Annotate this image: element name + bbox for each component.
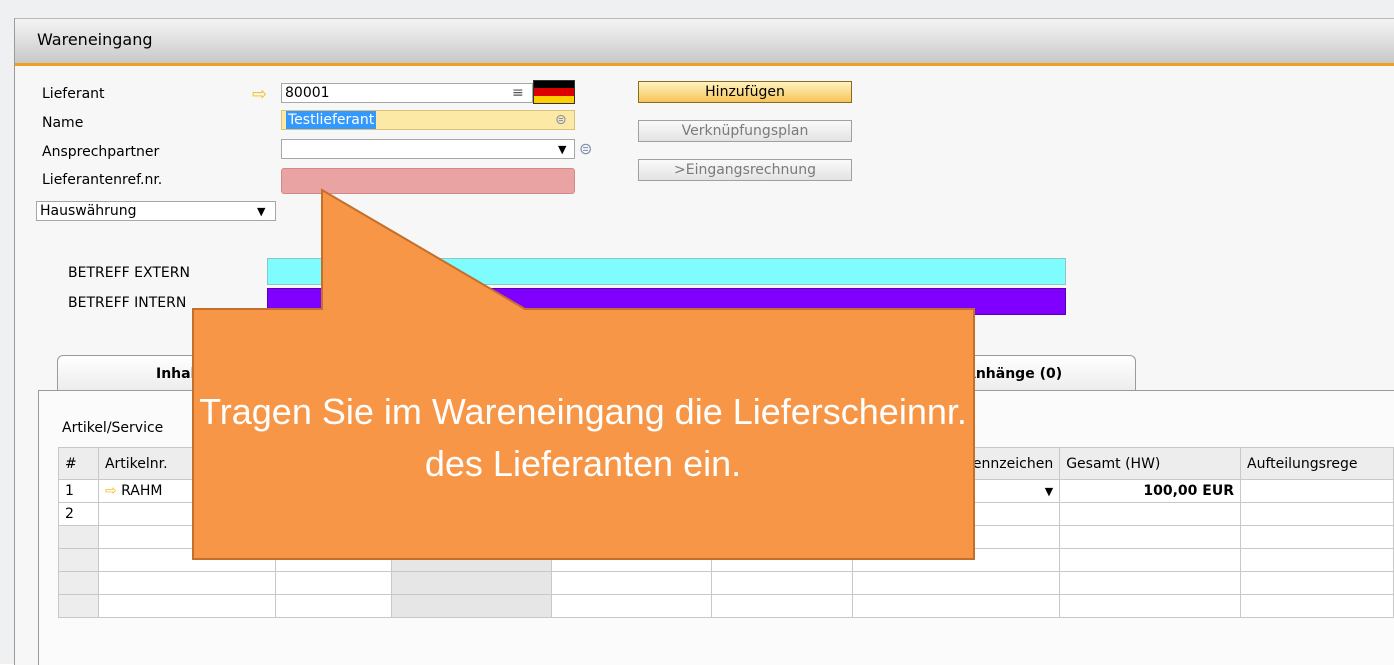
callout-shape (192, 188, 975, 560)
callout-text: Tragen Sie im Wareneingang die Liefersch… (199, 391, 967, 484)
